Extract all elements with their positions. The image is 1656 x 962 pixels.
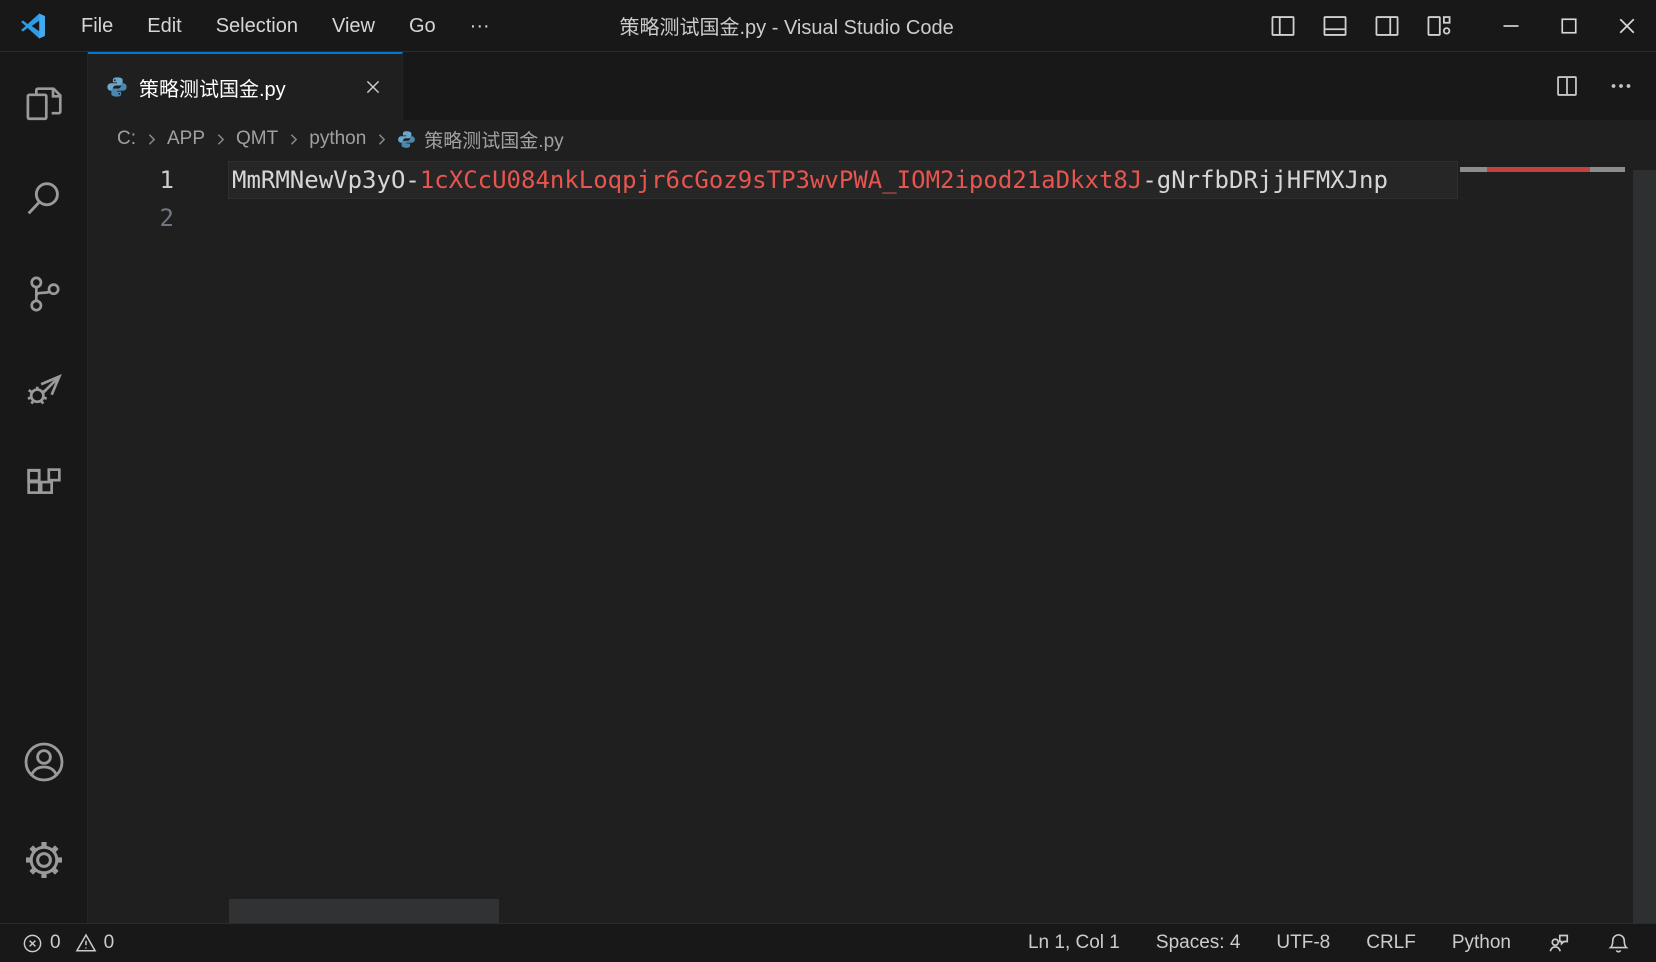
status-bar: 0 0 Ln 1, Col 1 Spaces: 4 UTF-8 CRLF Pyt… — [0, 923, 1656, 962]
maximize-icon[interactable] — [1540, 0, 1598, 52]
chevron-right-icon — [285, 131, 302, 148]
minimap-line-1 — [1460, 167, 1625, 172]
encoding[interactable]: UTF-8 — [1276, 932, 1330, 954]
vertical-scrollbar-thumb[interactable] — [1633, 170, 1656, 923]
chevron-right-icon — [212, 131, 229, 148]
bell-icon[interactable] — [1607, 932, 1630, 955]
breadcrumb-folder-python[interactable]: python — [309, 128, 366, 150]
search-icon[interactable] — [0, 151, 88, 246]
minimize-icon[interactable] — [1482, 0, 1540, 52]
line-number: 2 — [88, 199, 228, 237]
tab-file[interactable]: 策略测试国金.py — [88, 52, 403, 120]
layout-sidebar-left-icon[interactable] — [1268, 11, 1298, 41]
python-file-icon — [397, 130, 416, 149]
more-actions-icon[interactable] — [1608, 73, 1634, 99]
warning-icon — [75, 932, 97, 954]
minimap[interactable] — [1458, 158, 1633, 923]
breadcrumb-drive[interactable]: C: — [117, 128, 136, 150]
line-number-gutter: 1 2 — [88, 158, 228, 923]
customize-layout-icon[interactable] — [1424, 11, 1454, 41]
menu-more[interactable]: ··· — [453, 0, 507, 52]
warning-count: 0 — [104, 932, 115, 954]
menu-file[interactable]: File — [64, 0, 130, 52]
code-token: -gNrfbDRjjHFMXJnp — [1142, 166, 1388, 194]
vertical-scrollbar[interactable] — [1633, 158, 1656, 923]
settings-gear-icon[interactable] — [0, 811, 88, 909]
chevron-right-icon — [373, 131, 390, 148]
tab-bar: 策略测试国金.py — [88, 52, 1656, 120]
breadcrumb-file[interactable]: 策略测试国金.py — [424, 126, 563, 153]
explorer-icon[interactable] — [0, 56, 88, 151]
menu-edit[interactable]: Edit — [130, 0, 198, 52]
error-count: 0 — [50, 932, 61, 954]
eol-sequence[interactable]: CRLF — [1366, 932, 1416, 954]
feedback-icon[interactable] — [1547, 931, 1571, 955]
indentation[interactable]: Spaces: 4 — [1156, 932, 1241, 954]
breadcrumb-folder-qmt[interactable]: QMT — [236, 128, 278, 150]
code-token: MmRMNewVp3yO- — [232, 166, 420, 194]
editor[interactable]: 1 2 MmRMNewVp3yO-1cXCcU084nkLoqpjr6cGoz9… — [88, 158, 1656, 923]
code-region[interactable]: MmRMNewVp3yO-1cXCcU084nkLoqpjr6cGoz9sTP3… — [228, 158, 1458, 923]
cursor-position[interactable]: Ln 1, Col 1 — [1028, 932, 1120, 954]
code-line-2 — [228, 199, 1458, 237]
line-number: 1 — [88, 161, 228, 199]
window-title: 策略测试国金.py - Visual Studio Code — [619, 11, 953, 40]
code-line-1: MmRMNewVp3yO-1cXCcU084nkLoqpjr6cGoz9sTP3… — [228, 161, 1458, 199]
title-bar: File Edit Selection View Go ··· 策略测试国金.p… — [0, 0, 1656, 52]
split-editor-icon[interactable] — [1554, 73, 1580, 99]
code-token-red: 1cXCcU084nkLoqpjr6cGoz9sTP3wvPWA_IOM2ipo… — [420, 166, 1142, 194]
breadcrumb: C: APP QMT python 策略测试国金.py — [88, 120, 1656, 158]
layout-sidebar-right-icon[interactable] — [1372, 11, 1402, 41]
menu-go[interactable]: Go — [392, 0, 453, 52]
extensions-icon[interactable] — [0, 436, 88, 531]
close-icon[interactable] — [1598, 0, 1656, 52]
menu-bar: File Edit Selection View Go ··· — [64, 0, 507, 52]
menu-view[interactable]: View — [315, 0, 392, 52]
breadcrumb-folder-app[interactable]: APP — [167, 128, 205, 150]
problems-button[interactable]: 0 0 — [22, 932, 114, 954]
menu-selection[interactable]: Selection — [199, 0, 315, 52]
layout-panel-icon[interactable] — [1320, 11, 1350, 41]
run-debug-icon[interactable] — [0, 341, 88, 436]
account-icon[interactable] — [0, 713, 88, 811]
chevron-right-icon — [143, 131, 160, 148]
tab-close-icon[interactable] — [358, 72, 388, 102]
python-file-icon — [106, 76, 128, 98]
activity-bar — [0, 52, 88, 923]
error-icon — [22, 933, 43, 954]
source-control-icon[interactable] — [0, 246, 88, 341]
horizontal-scrollbar-thumb[interactable] — [229, 899, 499, 923]
vscode-logo — [20, 13, 46, 39]
language-mode[interactable]: Python — [1452, 932, 1511, 954]
tab-label: 策略测试国金.py — [139, 73, 347, 102]
